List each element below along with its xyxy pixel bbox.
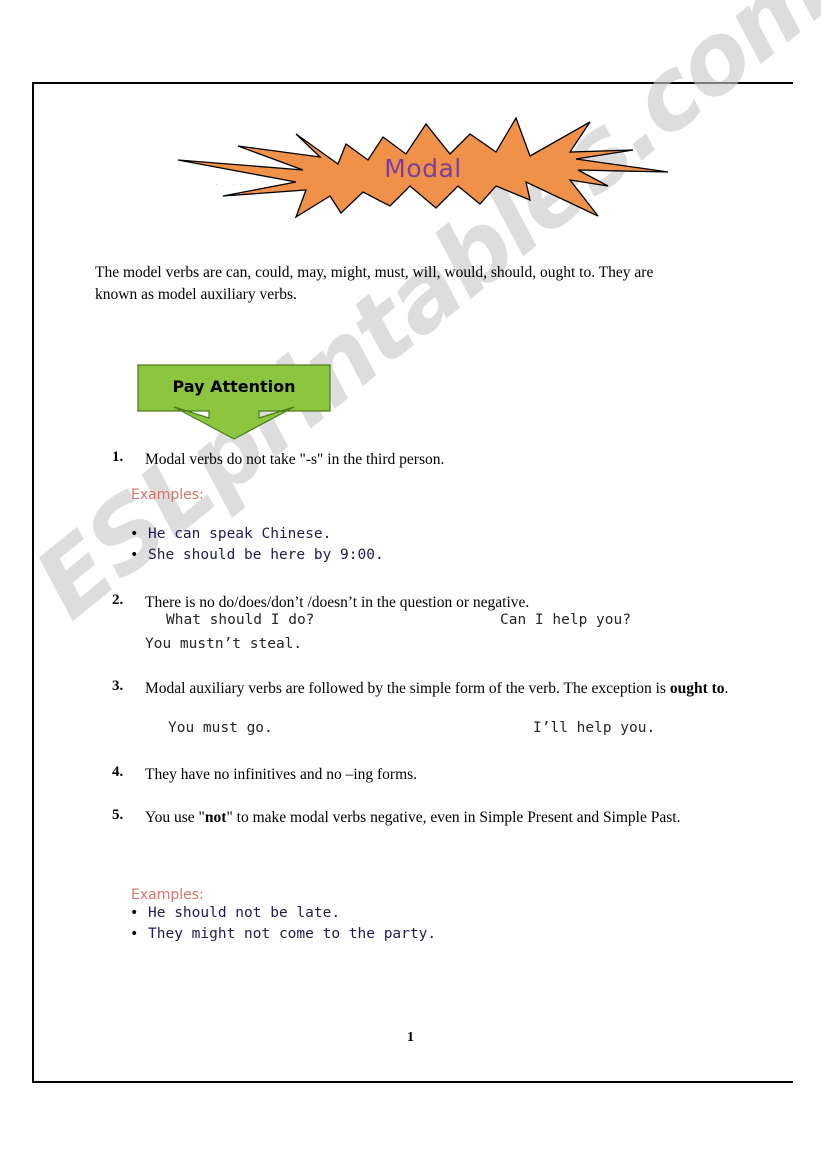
title-banner: Modal [178, 112, 668, 230]
inline-example: You mustn’t steal. [145, 636, 303, 652]
example-text: He can speak Chinese. [148, 526, 332, 542]
pay-attention-banner: Pay Attention [136, 363, 332, 441]
rule-number: 4. [112, 764, 124, 780]
rule-text-part: They have no infinitives and no –ing for… [145, 766, 418, 783]
rule-text-part: Modal auxiliary verbs are followed by th… [145, 680, 670, 697]
list-item: • They might not come to the party. [126, 924, 436, 945]
rule-text-part: . [724, 680, 729, 697]
page-number: 1 [407, 1030, 414, 1045]
rule-text-part: " to make modal verbs negative, even in … [226, 809, 681, 826]
rule-number: 1. [112, 449, 124, 465]
rule-text: Modal verbs do not take "-s" in the thir… [145, 449, 732, 470]
banner-title: Modal [384, 154, 462, 183]
intro-paragraph: The model verbs are can, could, may, mig… [95, 263, 654, 303]
examples-heading: Examples: [131, 487, 204, 503]
examples-heading: Examples: [131, 887, 204, 903]
rule-text-part: You use " [145, 809, 205, 826]
rule-text: They have no infinitives and no –ing for… [145, 764, 732, 785]
inline-example: I’ll help you. [533, 720, 656, 736]
rule-item: 5. You use "not" to make modal verbs neg… [112, 807, 732, 828]
pay-attention-label: Pay Attention [172, 377, 296, 396]
inline-example: What should I do? [166, 612, 315, 628]
rule-text-bold: not [204, 809, 227, 826]
list-item: • He can speak Chinese. [126, 524, 384, 545]
examples-list: • He should not be late. • They might not … [126, 903, 436, 945]
bullet-icon: • [130, 905, 139, 921]
bullet-icon: • [130, 926, 139, 942]
rule-item: 1. Modal verbs do not take "-s" in the t… [112, 449, 732, 470]
rule-text: You use "not" to make modal verbs negati… [145, 807, 732, 828]
rule-item: 3. Modal auxiliary verbs are followed by… [112, 678, 732, 699]
inline-example: Can I help you? [500, 612, 631, 628]
down-arrow-banner-icon [137, 364, 331, 440]
inline-example: You must go. [168, 720, 273, 736]
example-text: He should not be late. [148, 905, 341, 921]
rule-text: There is no do/does/don’t /doesn’t in th… [145, 592, 732, 613]
banner-subtitle-dots: . ... . [216, 182, 274, 187]
examples-list: • He can speak Chinese. • She should be he… [126, 524, 384, 566]
document-content: Modal . ... . The model verbs are can, c… [0, 0, 821, 1169]
example-text: She should be here by 9:00. [148, 547, 384, 563]
rule-text-bold: ought to [669, 680, 725, 697]
rule-number: 3. [112, 678, 124, 694]
list-item: • He should not be late. [126, 903, 436, 924]
rule-text-part: There is no do/does/don’t /doesn’t in th… [145, 594, 530, 611]
bullet-icon: • [130, 526, 139, 542]
bullet-icon: • [130, 547, 139, 563]
rule-number: 2. [112, 592, 124, 608]
rule-item: 2. There is no do/does/don’t /doesn’t in… [112, 592, 732, 613]
rule-text-part: Modal verbs do not take "-s" in the thir… [145, 451, 445, 468]
example-text: They might not come to the party. [148, 926, 437, 942]
rule-number: 5. [112, 807, 124, 823]
rule-text: Modal auxiliary verbs are followed by th… [145, 678, 732, 699]
list-item: • She should be here by 9:00. [126, 545, 384, 566]
rule-item: 4. They have no infinitives and no –ing … [112, 764, 732, 785]
